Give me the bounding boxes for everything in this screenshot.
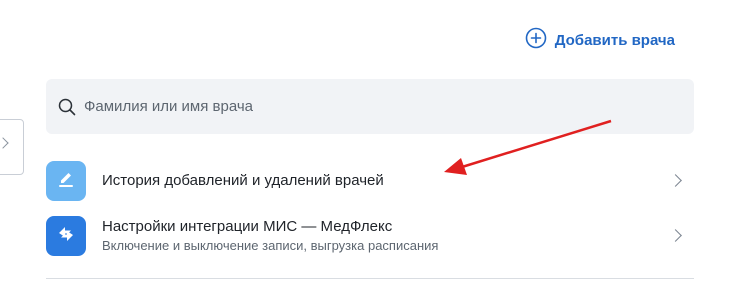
integration-tile: [46, 216, 86, 256]
integration-title: Настройки интеграции МИС — МедФлекс: [102, 218, 393, 235]
integration-subtitle: Включение и выключение записи, выгрузка …: [102, 238, 439, 253]
add-doctor-button[interactable]: Добавить врача: [525, 27, 675, 54]
history-tile: [46, 161, 86, 201]
pencil-icon: [55, 168, 77, 195]
search-box[interactable]: [46, 79, 694, 134]
search-input[interactable]: [82, 97, 646, 116]
arrows-exchange-icon: [54, 222, 78, 251]
search-icon: [58, 98, 76, 116]
chevron-right-icon: [669, 174, 682, 187]
history-menu-item[interactable]: История добавлений и удалений врачей: [46, 153, 694, 209]
integration-settings-menu-item[interactable]: Настройки интеграции МИС — МедФлекс Вклю…: [46, 208, 694, 264]
add-doctor-label: Добавить врача: [554, 31, 675, 49]
history-title: История добавлений и удалений врачей: [102, 172, 384, 189]
plus-circle-icon: [525, 27, 547, 54]
side-panel-toggle[interactable]: [0, 119, 24, 175]
chevron-right-icon: [669, 229, 682, 242]
chevron-left-icon: [0, 137, 9, 149]
divider: [46, 278, 694, 279]
